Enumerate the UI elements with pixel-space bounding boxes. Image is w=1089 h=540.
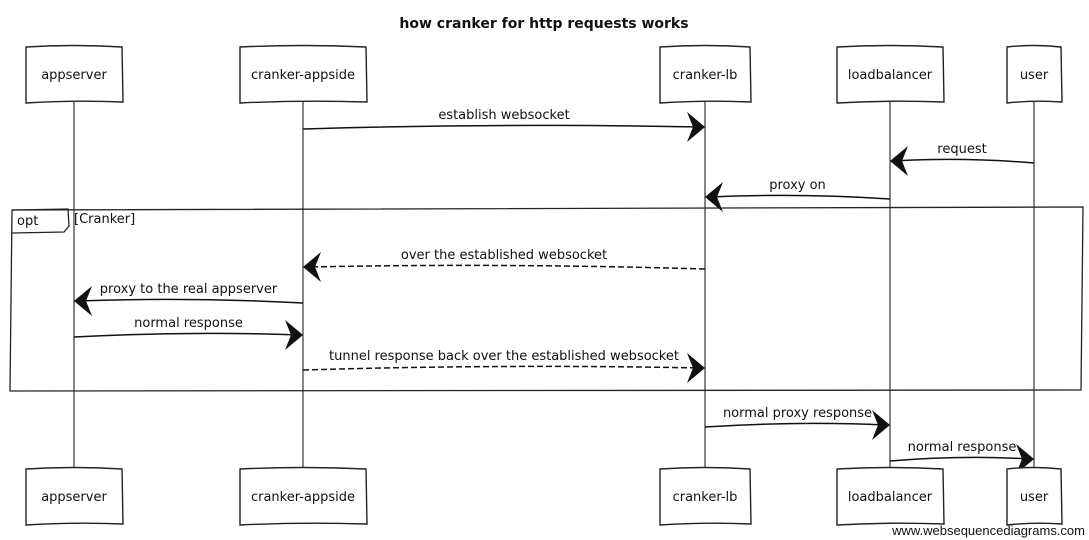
message-7: tunnel response back over the establishe… — [302, 349, 705, 383]
message-line — [306, 264, 706, 270]
participant-cranker-lb-top: cranker-lb — [659, 44, 752, 104]
message-line — [73, 332, 300, 338]
message-label: normal proxy response — [723, 406, 872, 421]
participant-cranker-lb-bottom: cranker-lb — [659, 466, 752, 526]
message-label: proxy to the real appserver — [100, 282, 278, 297]
message-label: over the established websocket — [401, 248, 607, 263]
participant-user-bottom: user — [1006, 466, 1063, 526]
participant-appserver-top: appserver — [25, 44, 124, 104]
participant-label: loadbalancer — [848, 68, 933, 83]
participant-label: appserver — [41, 68, 107, 83]
watermark: www.websequencediagrams.com — [892, 523, 1085, 538]
participant-label: loadbalancer — [848, 490, 933, 505]
participant-label: cranker-lb — [673, 490, 738, 505]
message-8: normal proxy response — [704, 406, 890, 440]
message-label: proxy on — [769, 178, 826, 193]
message-line — [77, 298, 304, 304]
participant-loadbalancer-top: loadbalancer — [836, 44, 945, 104]
message-line — [704, 422, 887, 428]
participant-user-top: user — [1006, 44, 1063, 104]
message-line — [708, 194, 891, 200]
participant-label: user — [1020, 68, 1049, 83]
message-line — [302, 124, 702, 130]
arrowhead-icon — [303, 252, 321, 282]
participant-label: user — [1020, 490, 1049, 505]
diagram-title: how cranker for http requests works — [399, 16, 688, 32]
message-label: establish websocket — [438, 108, 569, 123]
fragment-condition: [Cranker] — [74, 212, 135, 227]
message-label: request — [937, 142, 986, 157]
message-label: normal response — [908, 440, 1017, 455]
message-line — [893, 158, 1035, 164]
message-3: proxy on — [705, 178, 891, 212]
message-6: normal response — [73, 316, 303, 350]
arrowhead-icon — [687, 353, 705, 383]
participant-appserver-bottom: appserver — [25, 466, 124, 526]
message-line — [302, 365, 702, 371]
message-label: normal response — [134, 316, 243, 331]
message-4: over the established websocket — [303, 248, 706, 282]
participant-label: cranker-appside — [251, 490, 355, 505]
message-2: request — [890, 142, 1035, 176]
participant-label: cranker-lb — [673, 68, 738, 83]
participant-label: appserver — [41, 490, 107, 505]
participant-label: cranker-appside — [251, 68, 355, 83]
fragment-keyword: opt — [17, 214, 38, 229]
participant-cranker-appside-top: cranker-appside — [239, 44, 368, 104]
message-1: establish websocket — [302, 108, 705, 142]
message-5: proxy to the real appserver — [74, 282, 304, 316]
message-label: tunnel response back over the establishe… — [329, 349, 679, 364]
participant-loadbalancer-bottom: loadbalancer — [836, 466, 945, 526]
sequence-diagram: how cranker for http requests works opt [… — [9, 16, 1084, 526]
message-line — [889, 456, 1031, 462]
participant-cranker-appside-bottom: cranker-appside — [239, 466, 368, 526]
